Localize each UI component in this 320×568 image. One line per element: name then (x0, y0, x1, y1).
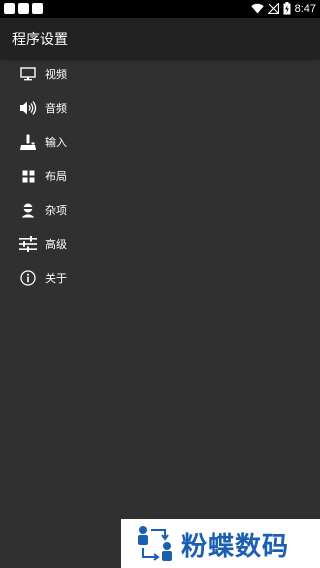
menu-item-layout[interactable]: 布局 (0, 159, 320, 193)
watermark-logo-icon (138, 526, 172, 561)
menu-item-label: 关于 (45, 272, 67, 285)
battery-charging-icon (283, 2, 291, 15)
menu-item-label: 输入 (45, 136, 67, 149)
menu-item-label: 布局 (45, 170, 67, 183)
settings-menu: 视频 音频 输入 布局 杂项 高级 关于 (0, 57, 320, 295)
notification-box-icon (4, 3, 15, 14)
person-icon (18, 200, 38, 220)
speaker-icon (18, 98, 38, 118)
notification-icons (4, 3, 43, 14)
info-icon (18, 268, 38, 288)
menu-item-label: 高级 (45, 238, 67, 251)
watermark: 粉蝶数码 (121, 519, 320, 568)
menu-item-about[interactable]: 关于 (0, 261, 320, 295)
joystick-icon (18, 132, 38, 152)
notification-box-icon (32, 3, 43, 14)
monitor-icon (18, 64, 38, 84)
menu-item-advanced[interactable]: 高级 (0, 227, 320, 261)
signal-icon (267, 3, 279, 14)
menu-item-label: 视频 (45, 68, 67, 81)
page-title: 程序设置 (12, 32, 68, 48)
grid-icon (18, 166, 38, 186)
menu-item-input[interactable]: 输入 (0, 125, 320, 159)
menu-item-label: 杂项 (45, 204, 67, 217)
status-icons: 8:47 (250, 2, 316, 15)
menu-item-misc[interactable]: 杂项 (0, 193, 320, 227)
status-time: 8:47 (294, 2, 316, 15)
menu-item-video[interactable]: 视频 (0, 57, 320, 91)
menu-item-label: 音频 (45, 102, 67, 115)
app-bar: 程序设置 (0, 18, 320, 58)
sliders-icon (18, 234, 38, 254)
wifi-icon (250, 3, 264, 14)
menu-item-audio[interactable]: 音频 (0, 91, 320, 125)
status-bar: 8:47 (0, 0, 320, 18)
notification-box-icon (18, 3, 29, 14)
watermark-text: 粉蝶数码 (181, 532, 290, 562)
